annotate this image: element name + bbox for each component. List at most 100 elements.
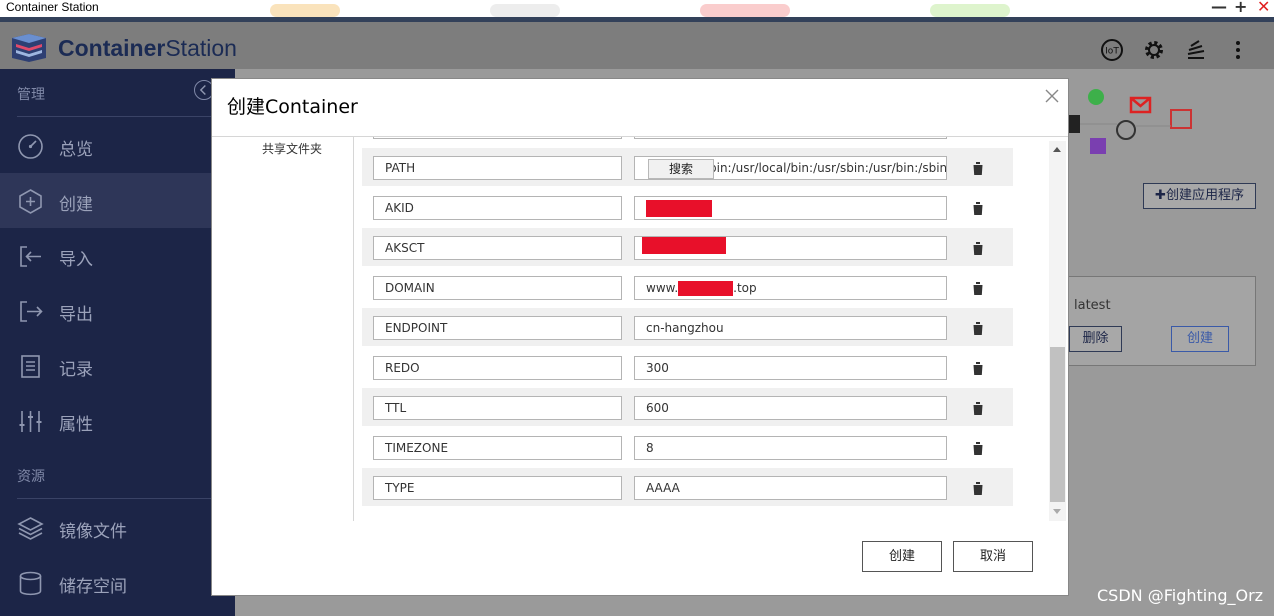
background-app-diagram [1068, 89, 1192, 154]
create-app-button[interactable]: ✚创建应用程序 [1143, 183, 1256, 209]
background-blob [700, 4, 790, 17]
env-key-input[interactable]: TYPE [373, 476, 622, 500]
env-value-input[interactable]: 600 [634, 396, 947, 420]
container-station-logo-icon [12, 34, 46, 62]
background-blob [490, 4, 560, 17]
image-tag: latest [1074, 298, 1111, 313]
env-value-input[interactable] [634, 236, 947, 260]
env-value-input[interactable] [634, 196, 947, 220]
close-icon[interactable] [1045, 89, 1059, 103]
window-titlebar: Container Station — + ✕ [0, 0, 1274, 17]
trash-icon[interactable] [971, 281, 985, 296]
cancel-button[interactable]: 取消 [953, 541, 1033, 572]
properties-icon [19, 411, 42, 432]
env-value-input[interactable]: www. .top [634, 276, 947, 300]
sidebar-section-resources: 资源 [17, 469, 45, 485]
sidebar-item-label: 记录 [59, 360, 93, 380]
sidebar-item-images[interactable]: 镜像文件 [0, 500, 235, 555]
trash-icon[interactable] [971, 241, 985, 256]
storage-icon [19, 571, 42, 596]
sidebar-item-properties[interactable]: 属性 [0, 393, 235, 448]
scroll-down-arrow-icon[interactable] [1053, 509, 1061, 514]
window-maximize-button[interactable]: + [1234, 0, 1247, 15]
env-value-input[interactable]: bin:/usr/local/bin:/usr/sbin:/usr/bin:/s… [634, 156, 947, 180]
env-key-input[interactable]: REDO [373, 356, 622, 380]
trash-icon[interactable] [971, 441, 985, 456]
app-brand: ContainerStation [58, 34, 237, 62]
sidebar-item-create[interactable]: 创建 [0, 173, 235, 228]
create-from-image-button[interactable]: 创建 [1171, 326, 1229, 352]
sidebar-item-label: 属性 [59, 415, 93, 435]
env-key-input[interactable]: DOMAIN [373, 276, 622, 300]
sidebar-item-label: 创建 [59, 195, 93, 215]
background-blob [270, 4, 340, 17]
log-icon [21, 355, 40, 378]
calendar-icon [1170, 109, 1192, 129]
shared-folder-tab[interactable]: 共享文件夹 [262, 140, 322, 157]
search-tooltip: 搜索 [648, 159, 714, 179]
env-row: TTL 600 [362, 388, 1013, 426]
env-key-input[interactable]: ENDPOINT [373, 316, 622, 340]
trash-icon[interactable] [971, 161, 985, 176]
window-minimize-button[interactable]: — [1211, 0, 1227, 15]
env-row: DOMAIN www. .top [362, 268, 1013, 306]
music-icon [1090, 138, 1106, 154]
scroll-thumb[interactable] [1050, 347, 1065, 502]
window-close-button[interactable]: ✕ [1257, 0, 1270, 15]
trash-icon[interactable] [971, 201, 985, 216]
mail-icon [1129, 96, 1152, 114]
scroll-up-arrow-icon[interactable] [1053, 147, 1061, 152]
env-value-input[interactable]: 300 [634, 356, 947, 380]
stack-icon[interactable] [1184, 38, 1208, 62]
trash-icon[interactable] [971, 481, 985, 496]
env-value-input[interactable]: cn-hangzhou [634, 316, 947, 340]
sidebar-section-manage: 管理 [17, 87, 45, 103]
env-key-input[interactable]: AKSCT [373, 236, 622, 260]
trash-icon[interactable] [971, 361, 985, 376]
gear-icon[interactable] [1142, 38, 1166, 62]
env-row-partial [362, 137, 1013, 145]
env-row: AKSCT [362, 228, 1013, 266]
env-key-input[interactable]: TIMEZONE [373, 436, 622, 460]
create-app-button-label: 创建应用程序 [1165, 188, 1244, 203]
svg-text:IoT: IoT [1105, 47, 1119, 57]
watermark: CSDN @Fighting_Orz [1097, 586, 1264, 605]
trash-icon[interactable] [971, 401, 985, 416]
environment-variable-list: PATH bin:/usr/local/bin:/usr/sbin:/usr/b… [362, 137, 1013, 507]
vertical-scrollbar[interactable] [1049, 141, 1066, 521]
chat-icon [1088, 89, 1104, 105]
delete-image-button[interactable]: 删除 [1069, 326, 1122, 352]
env-row: PATH bin:/usr/local/bin:/usr/sbin:/usr/b… [362, 148, 1013, 186]
iot-icon[interactable]: IoT [1100, 38, 1124, 62]
env-key-input[interactable]: TTL [373, 396, 622, 420]
brand-light-text: Station [165, 35, 237, 61]
env-row: AKID [362, 188, 1013, 226]
more-vert-icon[interactable] [1226, 38, 1250, 62]
compass-icon [1116, 120, 1136, 140]
sidebar-item-overview[interactable]: 总览 [0, 118, 235, 173]
env-value-input[interactable]: 8 [634, 436, 947, 460]
env-value-input[interactable]: AAAA [634, 476, 947, 500]
sidebar-item-label: 总览 [59, 140, 93, 160]
window-title: Container Station [6, 0, 99, 14]
create-button[interactable]: 创建 [862, 541, 942, 572]
env-key-input[interactable]: AKID [373, 196, 622, 220]
sidebar-divider [17, 116, 235, 117]
env-value-input[interactable] [634, 137, 947, 139]
sidebar-item-import[interactable]: 导入 [0, 228, 235, 283]
background-blob [930, 4, 1010, 17]
image-card: latest 删除 创建 [1068, 276, 1256, 366]
sidebar-item-storage[interactable]: 储存空间 [0, 555, 235, 610]
sidebar-item-export[interactable]: 导出 [0, 283, 235, 338]
import-icon [20, 246, 41, 267]
env-key-input[interactable]: PATH [373, 156, 622, 180]
plus-icon: ✚ [1155, 188, 1166, 203]
env-value-prefix: www. [646, 281, 679, 295]
sidebar-item-label: 导出 [59, 305, 93, 325]
env-row: TYPE AAAA [362, 468, 1013, 506]
sidebar-divider [17, 498, 235, 499]
trash-icon[interactable] [971, 321, 985, 336]
env-row: REDO 300 [362, 348, 1013, 386]
sidebar-item-logs[interactable]: 记录 [0, 338, 235, 393]
env-key-input[interactable] [373, 137, 622, 139]
